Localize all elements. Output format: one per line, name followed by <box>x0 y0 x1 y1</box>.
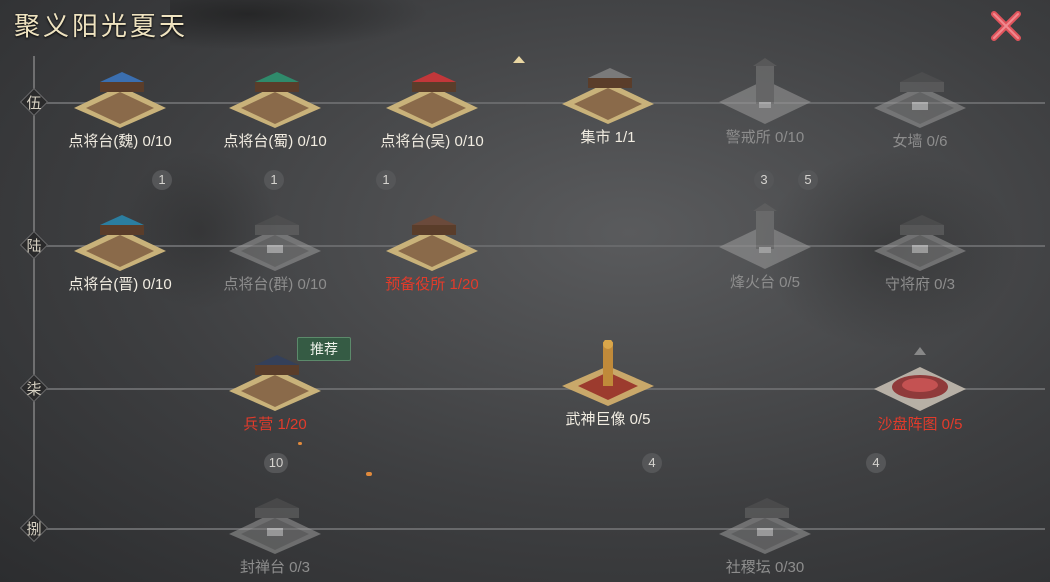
building-label: 兵营 1/20 <box>200 413 350 434</box>
building-label: 武神巨像 0/5 <box>533 408 683 429</box>
building-name: 点将台(魏) <box>68 133 139 150</box>
row-label-8: 捌 <box>19 513 49 543</box>
building-icon <box>74 72 166 128</box>
building-count: 0/5 <box>941 416 963 433</box>
building-icon <box>229 72 321 128</box>
building-name: 点将台(晋) <box>68 276 139 293</box>
building-node[interactable]: 点将台(魏) 0/10 <box>45 62 195 151</box>
building-icon <box>874 347 966 411</box>
building-label: 社稷坛 0/30 <box>690 556 840 577</box>
building-label: 烽火台 0/5 <box>690 271 840 292</box>
building-icon <box>874 215 966 271</box>
building-icon <box>719 498 811 554</box>
count-badge: 1 <box>152 170 172 190</box>
building-count: 1/1 <box>614 129 636 146</box>
row-label-6: 陆 <box>19 230 49 260</box>
building-node[interactable]: 点将台(群) 0/10 <box>200 205 350 294</box>
building-node[interactable]: 集市 1/1 <box>533 58 683 147</box>
building-icon <box>74 215 166 271</box>
building-node[interactable]: 烽火台 0/5 <box>690 203 840 292</box>
building-name: 点将台(吴) <box>380 133 451 150</box>
building-count: 0/10 <box>142 276 172 293</box>
building-count: 0/10 <box>297 133 327 150</box>
building-node[interactable]: 封禅台 0/3 <box>200 488 350 577</box>
count-badge: 3 <box>754 170 774 190</box>
row-line-8 <box>40 528 1045 530</box>
building-count: 1/20 <box>277 416 307 433</box>
building-name: 武神巨像 <box>565 411 626 428</box>
building-count: 1/20 <box>449 276 479 293</box>
page-title: 聚义阳光夏天 <box>14 12 189 42</box>
building-label: 沙盘阵图 0/5 <box>845 413 995 434</box>
building-count: 0/10 <box>142 133 172 150</box>
building-count: 0/10 <box>774 129 805 146</box>
building-count: 0/3 <box>289 559 311 576</box>
building-label: 女墙 0/6 <box>845 130 995 151</box>
building-icon <box>719 203 811 269</box>
building-icon <box>386 215 478 271</box>
building-label: 预备役所 1/20 <box>357 273 507 294</box>
building-name: 社稷坛 <box>725 559 771 576</box>
building-node[interactable]: 沙盘阵图 0/5 <box>845 345 995 434</box>
building-count: 0/3 <box>934 276 956 293</box>
count-badge: 4 <box>866 453 886 473</box>
building-icon <box>229 215 321 271</box>
building-icon <box>386 72 478 128</box>
scroll-up-arrow-icon[interactable] <box>513 56 525 63</box>
count-badge: 4 <box>642 453 662 473</box>
count-badge: 10 <box>264 453 288 473</box>
count-badge: 1 <box>376 170 396 190</box>
building-icon <box>562 68 654 124</box>
building-name: 警戒所 <box>725 129 771 146</box>
building-name: 沙盘阵图 <box>877 416 938 433</box>
building-label: 点将台(晋) 0/10 <box>45 273 195 294</box>
close-x-icon[interactable] <box>988 8 1024 44</box>
building-name: 点将台(蜀) <box>223 133 294 150</box>
building-name: 预备役所 <box>385 276 446 293</box>
building-name: 烽火台 <box>729 274 775 291</box>
building-name: 封禅台 <box>239 559 285 576</box>
building-label: 守将府 0/3 <box>845 273 995 294</box>
building-name: 集市 <box>580 129 611 146</box>
building-node[interactable]: 警戒所 0/10 <box>690 58 840 147</box>
count-badge: 5 <box>798 170 818 190</box>
building-node[interactable]: 社稷坛 0/30 <box>690 488 840 577</box>
ink-splash <box>170 0 430 50</box>
building-label: 点将台(魏) 0/10 <box>45 130 195 151</box>
building-label: 点将台(群) 0/10 <box>200 273 350 294</box>
building-icon <box>229 498 321 554</box>
count-badge: 1 <box>264 170 284 190</box>
building-count: 0/10 <box>297 276 327 293</box>
building-node[interactable]: 点将台(晋) 0/10 <box>45 205 195 294</box>
recommend-tag: 推荐 <box>297 337 351 361</box>
building-node[interactable]: 女墙 0/6 <box>845 62 995 151</box>
row-label-5: 伍 <box>19 87 49 117</box>
building-label: 警戒所 0/10 <box>690 126 840 147</box>
building-name: 女墙 <box>892 133 923 150</box>
ember-particle <box>298 442 302 445</box>
row-label-7: 柒 <box>19 373 49 403</box>
building-icon <box>562 340 654 406</box>
building-count: 0/5 <box>779 274 801 291</box>
building-node[interactable]: 点将台(吴) 0/10 <box>357 62 507 151</box>
building-count: 0/5 <box>629 411 651 428</box>
building-count: 0/6 <box>926 133 948 150</box>
building-label: 集市 1/1 <box>533 126 683 147</box>
building-name: 点将台(群) <box>223 276 294 293</box>
building-node[interactable]: 守将府 0/3 <box>845 205 995 294</box>
building-label: 点将台(吴) 0/10 <box>357 130 507 151</box>
building-name: 兵营 <box>243 416 274 433</box>
building-name: 守将府 <box>884 276 930 293</box>
building-icon <box>719 58 811 124</box>
building-node[interactable]: 预备役所 1/20 <box>357 205 507 294</box>
building-node[interactable]: 点将台(蜀) 0/10 <box>200 62 350 151</box>
building-label: 点将台(蜀) 0/10 <box>200 130 350 151</box>
building-label: 封禅台 0/3 <box>200 556 350 577</box>
building-icon <box>874 72 966 128</box>
building-node[interactable]: 武神巨像 0/5 <box>533 340 683 429</box>
ember-particle <box>366 472 372 476</box>
building-count: 0/10 <box>454 133 484 150</box>
tree-vertical-line <box>33 56 35 526</box>
building-count: 0/30 <box>774 559 805 576</box>
